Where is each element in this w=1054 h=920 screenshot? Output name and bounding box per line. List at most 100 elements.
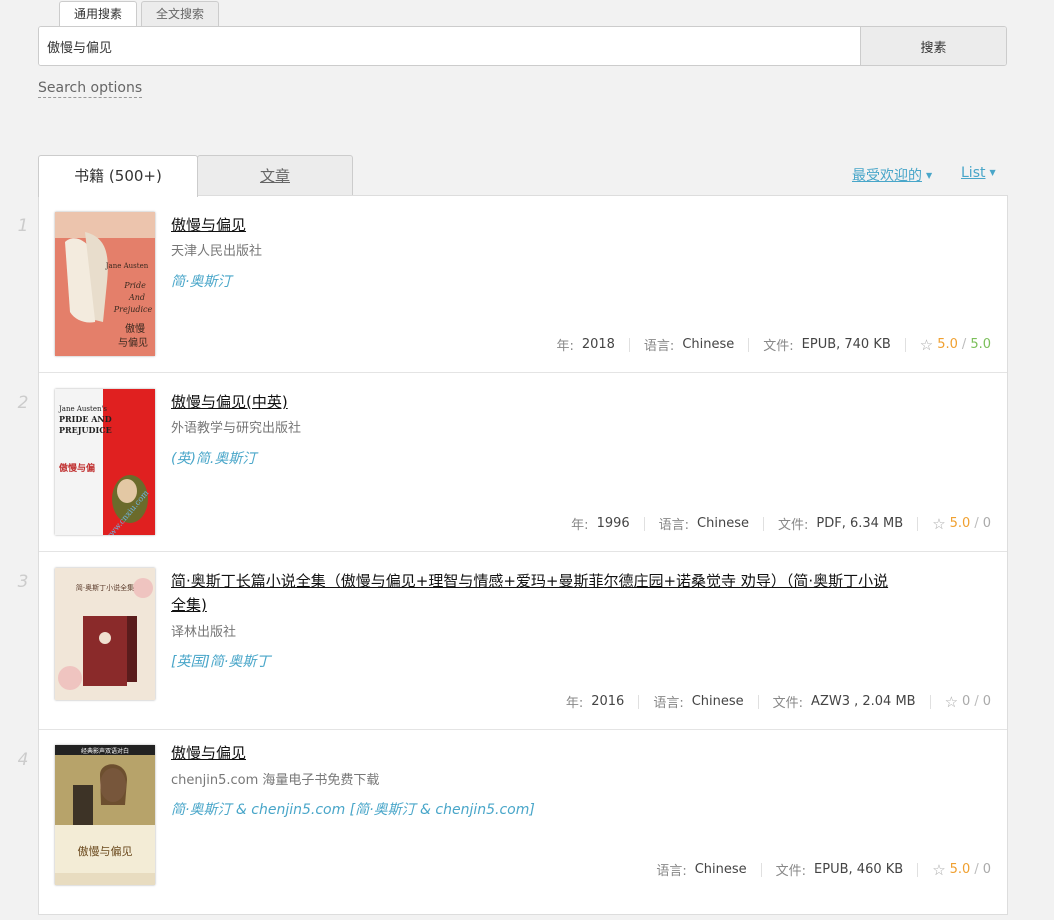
svg-text:与偏见: 与偏见: [118, 336, 148, 349]
rating-popularity: 0: [982, 694, 991, 709]
book-title-link[interactable]: 简·奥斯丁长篇小说全集（傲慢与偏见+理智与情感+爱玛+曼斯菲尔德庄园+诺桑觉寺 …: [171, 569, 901, 617]
tab-fulltext-search[interactable]: 全文搜索: [141, 1, 220, 26]
book-cover[interactable]: Jane Austen Pride And Prejudice 傲慢 与偏见: [55, 212, 155, 356]
book-item: 4 经典影声双语对白 傲慢与偏见 傲慢与偏见 chenjin5.com 海量电子…: [18, 730, 1007, 920]
divider: [762, 516, 764, 531]
book-year: 2016: [591, 694, 625, 709]
item-index: 4: [17, 750, 29, 770]
language-label: 语言:: [643, 339, 675, 354]
svg-text:PRIDE AND: PRIDE AND: [59, 414, 112, 424]
divider: [904, 337, 906, 352]
book-file: AZW3 , 2.04 MB: [811, 694, 916, 709]
book-language: Chinese: [691, 694, 744, 709]
tab-articles[interactable]: 文章: [197, 155, 353, 196]
star-icon[interactable]: ☆: [932, 861, 945, 879]
language-label: 语言:: [656, 864, 687, 879]
book-publisher: chenjin5.com 海量电子书免费下载: [171, 773, 380, 788]
divider: [748, 337, 750, 352]
book-cover[interactable]: Jane Austen's PRIDE AND PREJUDICE 傲慢与偏 w…: [55, 389, 155, 535]
svg-text:Jane Austen's: Jane Austen's: [58, 405, 107, 413]
svg-text:Jane Austen: Jane Austen: [105, 262, 149, 270]
book-year: 2018: [581, 337, 615, 352]
svg-text:Pride: Pride: [123, 281, 146, 290]
book-author-link[interactable]: (英)简.奥斯汀: [171, 448, 256, 468]
search-tabs: 通用搜素 全文搜索: [59, 1, 223, 27]
star-icon[interactable]: ☆: [945, 693, 958, 711]
book-author-link[interactable]: [英国]简·奥斯丁: [171, 651, 270, 671]
year-label: 年:: [556, 339, 574, 354]
book-meta: 年: 2016 语言: Chinese 文件: AZW3 , 2.04 MB ☆ 0 …: [565, 692, 991, 712]
svg-text:PREJUDICE: PREJUDICE: [59, 425, 112, 435]
year-label: 年:: [571, 518, 589, 533]
rating-quality: 5.0: [937, 337, 958, 352]
book-title-link[interactable]: 傲慢与偏见(中英): [171, 390, 901, 414]
results-panel: 1 Jane Austen Pride And Prejudice 傲慢 与偏见…: [18, 195, 1008, 915]
file-label: 文件:: [772, 696, 804, 711]
book-rating: ☆ 5.0 / 0: [932, 514, 991, 533]
view-dropdown[interactable]: List ▼: [961, 165, 996, 181]
book-language: Chinese: [697, 516, 749, 531]
language-label: 语言:: [658, 518, 690, 533]
search-box: 搜素: [38, 26, 1007, 66]
book-year: 1996: [596, 516, 630, 531]
svg-text:傲慢: 傲慢: [125, 323, 145, 335]
book-item: 1 Jane Austen Pride And Prejudice 傲慢 与偏见…: [18, 196, 1007, 373]
sort-label: 最受欢迎的: [852, 168, 922, 184]
book-item: 2 Jane Austen's PRIDE AND PREJUDICE 傲慢与偏…: [18, 373, 1007, 552]
language-label: 语言:: [653, 696, 684, 711]
book-title-link[interactable]: 傲慢与偏见: [171, 741, 901, 765]
search-options-link[interactable]: Search options: [38, 79, 143, 98]
divider: [917, 862, 919, 877]
search-button[interactable]: 搜素: [860, 27, 1006, 65]
divider: [628, 337, 630, 352]
book-author-link[interactable]: 简·奥斯汀: [171, 271, 231, 291]
chevron-down-icon: ▼: [989, 168, 996, 177]
sort-dropdown[interactable]: 最受欢迎的 ▼: [852, 165, 932, 185]
svg-text:傲慢与偏: 傲慢与偏: [59, 462, 95, 474]
book-file: EPUB, 460 KB: [814, 862, 904, 877]
book-rating: ☆ 5.0 / 5.0: [919, 335, 991, 354]
year-label: 年:: [565, 696, 584, 711]
book-file: PDF, 6.34 MB: [816, 516, 904, 531]
book-meta: 年: 1996 语言: Chinese 文件: PDF, 6.34 MB ☆ 5.0 …: [571, 514, 991, 534]
book-publisher: 天津人民出版社: [171, 244, 263, 259]
star-icon[interactable]: ☆: [920, 336, 933, 354]
book-cover[interactable]: 经典影声双语对白 傲慢与偏见: [55, 745, 155, 885]
rating-quality: 5.0: [949, 862, 971, 877]
book-publisher: 外语教学与研究出版社: [171, 421, 302, 436]
book-rating: ☆ 0 / 0: [944, 692, 991, 711]
divider: [643, 516, 645, 531]
tab-articles-label: 文章: [259, 167, 290, 185]
tab-books[interactable]: 书籍 (500+): [38, 155, 198, 197]
item-index: 2: [17, 393, 29, 413]
svg-text:And: And: [128, 293, 145, 302]
book-language: Chinese: [682, 337, 735, 352]
book-meta: 语言: Chinese 文件: EPUB, 460 KB ☆ 5.0 / 0: [656, 860, 991, 880]
search-input[interactable]: [39, 27, 860, 65]
rating-popularity: 5.0: [970, 337, 991, 352]
book-language: Chinese: [694, 862, 747, 877]
svg-text:经典影声双语对白: 经典影声双语对白: [81, 747, 129, 755]
rating-quality: 0: [962, 694, 971, 709]
svg-text:简·奥斯丁小说全集: 简·奥斯丁小说全集: [76, 583, 134, 592]
file-label: 文件:: [763, 339, 794, 354]
divider: [638, 694, 640, 709]
book-author-link[interactable]: 简·奥斯汀 & chenjin5.com [简·奥斯汀 & chenjin5.c…: [171, 799, 535, 819]
item-index: 1: [17, 216, 29, 236]
chevron-down-icon: ▼: [926, 171, 933, 180]
book-file: EPUB, 740 KB: [801, 337, 891, 352]
book-cover[interactable]: 简·奥斯丁小说全集: [55, 568, 155, 700]
file-label: 文件:: [775, 864, 807, 879]
rating-quality: 5.0: [949, 516, 971, 531]
svg-text:Prejudice: Prejudice: [113, 305, 153, 314]
svg-text:傲慢与偏见: 傲慢与偏见: [78, 844, 133, 858]
star-icon[interactable]: ☆: [932, 515, 945, 533]
rating-popularity: 0: [982, 516, 991, 531]
view-label: List: [961, 165, 986, 181]
tab-general-search[interactable]: 通用搜素: [59, 1, 138, 27]
book-rating: ☆ 5.0 / 0: [932, 860, 991, 879]
book-title-link[interactable]: 傲慢与偏见: [171, 213, 901, 237]
divider: [929, 694, 931, 709]
divider: [760, 862, 762, 877]
book-meta: 年: 2018 语言: Chinese 文件: EPUB, 740 KB ☆ 5.0 …: [556, 335, 991, 355]
